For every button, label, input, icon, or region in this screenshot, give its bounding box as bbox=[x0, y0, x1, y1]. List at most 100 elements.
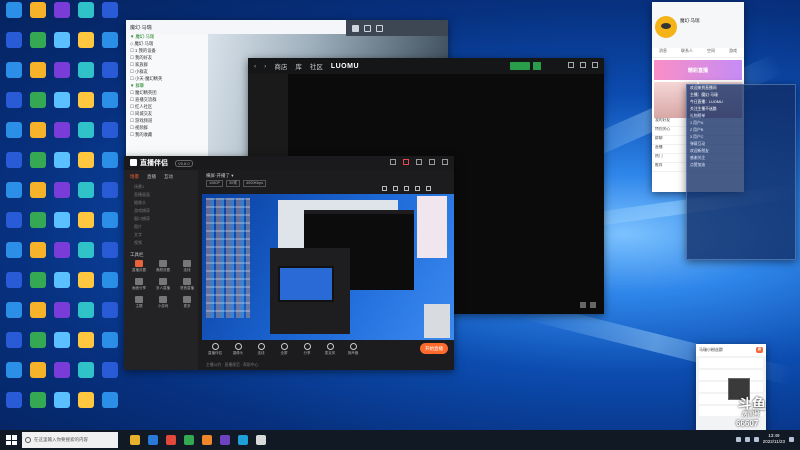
system-clock[interactable]: 13:49 2022/11/23 bbox=[763, 433, 785, 445]
settings-icon[interactable] bbox=[415, 186, 420, 191]
tool-button[interactable]: 更多 bbox=[176, 296, 198, 312]
bitrate-chip[interactable]: 4000Kbps bbox=[243, 180, 267, 187]
video-brand-label[interactable]: LUOMU bbox=[331, 63, 359, 70]
contact-row[interactable]: ☐ 1 我的设备 bbox=[126, 48, 208, 55]
contact-row[interactable]: ☐ 小天·魔幻精英 bbox=[126, 76, 208, 83]
desktop-icon[interactable] bbox=[2, 242, 26, 272]
bottom-toolbar-button[interactable]: 麦克风 bbox=[320, 342, 340, 356]
nav-library[interactable]: 库 bbox=[295, 61, 302, 71]
windows-start-icon[interactable] bbox=[4, 433, 18, 447]
tool-button[interactable]: 语音直播 bbox=[176, 278, 198, 294]
desktop-icon[interactable] bbox=[26, 212, 50, 242]
contact-row[interactable]: ☐ 魔幻精英团 bbox=[126, 90, 208, 97]
tool-button[interactable]: 美颜设置 bbox=[152, 260, 174, 276]
desktop-icon[interactable] bbox=[98, 392, 122, 422]
nav-games[interactable]: 游戏 bbox=[729, 48, 737, 57]
desktop-icon[interactable] bbox=[2, 392, 26, 422]
settings-icon[interactable] bbox=[590, 302, 596, 308]
record-icon[interactable] bbox=[382, 186, 387, 191]
orientation-select[interactable]: 横屏·开播了 ▾ bbox=[202, 170, 454, 180]
contact-row[interactable]: ☐ 小群友 bbox=[126, 69, 208, 76]
battery-icon[interactable] bbox=[753, 436, 759, 442]
chat-contact-list[interactable]: ▼ 魔幻·马瑞 ◇ 魔幻·马瑞 ☐ 1 我的设备 ☐ 我的好友 ☐ 家族群 ☐ … bbox=[126, 34, 208, 160]
desktop-icon[interactable] bbox=[74, 2, 98, 32]
desktop-icon[interactable] bbox=[98, 302, 122, 332]
desktop-icon[interactable] bbox=[74, 92, 98, 122]
desktop-icon[interactable] bbox=[74, 392, 98, 422]
source-item[interactable]: 图片 bbox=[124, 224, 198, 232]
window-icon[interactable] bbox=[364, 24, 371, 32]
desktop-icon[interactable] bbox=[26, 332, 50, 362]
desktop-icon[interactable] bbox=[74, 302, 98, 332]
desktop-icon[interactable] bbox=[98, 152, 122, 182]
desktop-icon[interactable] bbox=[98, 92, 122, 122]
footer-links[interactable]: 主播公约 · 直播规范 · 帮助中心 bbox=[206, 363, 258, 368]
desktop-icon[interactable] bbox=[50, 2, 74, 32]
desktop-icon[interactable] bbox=[26, 392, 50, 422]
tool-button[interactable]: 主题 bbox=[128, 296, 150, 312]
desktop-icon[interactable] bbox=[74, 362, 98, 392]
desktop-icon[interactable] bbox=[50, 392, 74, 422]
taskbar-app-icon[interactable] bbox=[184, 435, 194, 445]
desktop-icon[interactable] bbox=[98, 122, 122, 152]
tool-button[interactable]: 直播设置 bbox=[128, 260, 150, 276]
tool-button[interactable]: 连线 bbox=[176, 260, 198, 276]
contact-row[interactable]: ◇ 魔幻·马瑞 bbox=[126, 41, 208, 48]
desktop-icon[interactable] bbox=[2, 272, 26, 302]
source-item[interactable]: 场景1 bbox=[124, 184, 198, 192]
menu-icon[interactable] bbox=[416, 159, 422, 165]
network-icon[interactable] bbox=[735, 436, 741, 442]
desktop-icon[interactable] bbox=[2, 32, 26, 62]
close-icon[interactable] bbox=[442, 159, 448, 165]
nav-space[interactable]: 空间 bbox=[707, 48, 715, 57]
contact-row[interactable]: ☐ 同城交友 bbox=[126, 111, 208, 118]
desktop-icon[interactable] bbox=[26, 92, 50, 122]
desktop-icon[interactable] bbox=[2, 362, 26, 392]
desktop-icon[interactable] bbox=[98, 182, 122, 212]
taskbar-search-input[interactable]: 在这里输入你要搜索的内容 bbox=[22, 432, 118, 448]
desktop-icon[interactable] bbox=[50, 152, 74, 182]
desktop-icon[interactable] bbox=[74, 182, 98, 212]
video-window-titlebar[interactable]: ‹ › 商店 库 社区 LUOMU bbox=[248, 58, 604, 74]
avatar[interactable] bbox=[655, 16, 677, 38]
desktop-icon[interactable] bbox=[50, 212, 74, 242]
promo-banner[interactable]: 精彩直播 bbox=[654, 60, 742, 80]
desktop-icon[interactable] bbox=[2, 332, 26, 362]
bottom-toolbar-button[interactable]: 直播伴侣 bbox=[205, 342, 225, 356]
desktop-icon[interactable] bbox=[98, 32, 122, 62]
desktop-icon[interactable] bbox=[50, 32, 74, 62]
desktop-icon[interactable] bbox=[50, 182, 74, 212]
maximize-icon[interactable] bbox=[580, 62, 586, 68]
minimize-icon[interactable] bbox=[568, 62, 574, 68]
contact-row[interactable]: ☐ 视频群 bbox=[126, 125, 208, 132]
record-icon[interactable] bbox=[403, 159, 409, 165]
taskbar-app-icon[interactable] bbox=[238, 435, 248, 445]
desktop-icon[interactable] bbox=[2, 62, 26, 92]
stream-app-titlebar[interactable]: 直播伴侣 V5.8.0 bbox=[124, 156, 454, 170]
forward-arrow-icon[interactable]: › bbox=[264, 63, 266, 70]
source-item[interactable]: 摄像头 bbox=[124, 200, 198, 208]
start-live-button[interactable]: 开始直播 bbox=[420, 343, 448, 354]
desktop-icon[interactable] bbox=[50, 302, 74, 332]
desktop-icon[interactable] bbox=[26, 182, 50, 212]
resolution-chip[interactable]: 1080P bbox=[206, 180, 223, 187]
stream-companion-window[interactable]: 直播伴侣 V5.8.0 场景 直播 互动 场景1 直播画面 摄像头 游戏捕获 窗口捕获图… bbox=[124, 156, 454, 370]
desktop-icon[interactable] bbox=[2, 152, 26, 182]
taskbar-app-icon[interactable] bbox=[166, 435, 176, 445]
contact-row[interactable]: ☐ 直播交流群 bbox=[126, 97, 208, 104]
desktop-icon[interactable] bbox=[26, 122, 50, 152]
desktop-icon[interactable] bbox=[26, 32, 50, 62]
game-icon[interactable] bbox=[376, 24, 383, 32]
desktop-icon[interactable] bbox=[26, 362, 50, 392]
tab-interact[interactable]: 互动 bbox=[164, 174, 173, 180]
nav-store[interactable]: 商店 bbox=[274, 61, 287, 71]
contact-row[interactable]: ☐ 我的好友 bbox=[126, 55, 208, 62]
nav-community[interactable]: 社区 bbox=[310, 61, 323, 71]
minimize-icon[interactable] bbox=[429, 159, 435, 165]
desktop-icon[interactable] bbox=[26, 2, 50, 32]
bottom-toolbar-button[interactable]: 分享 bbox=[297, 342, 317, 356]
bottom-toolbar-button[interactable]: 摄像头 bbox=[228, 342, 248, 356]
tab-scene[interactable]: 场景 bbox=[130, 174, 139, 180]
desktop-icon[interactable] bbox=[98, 62, 122, 92]
desktop-icon[interactable] bbox=[74, 152, 98, 182]
